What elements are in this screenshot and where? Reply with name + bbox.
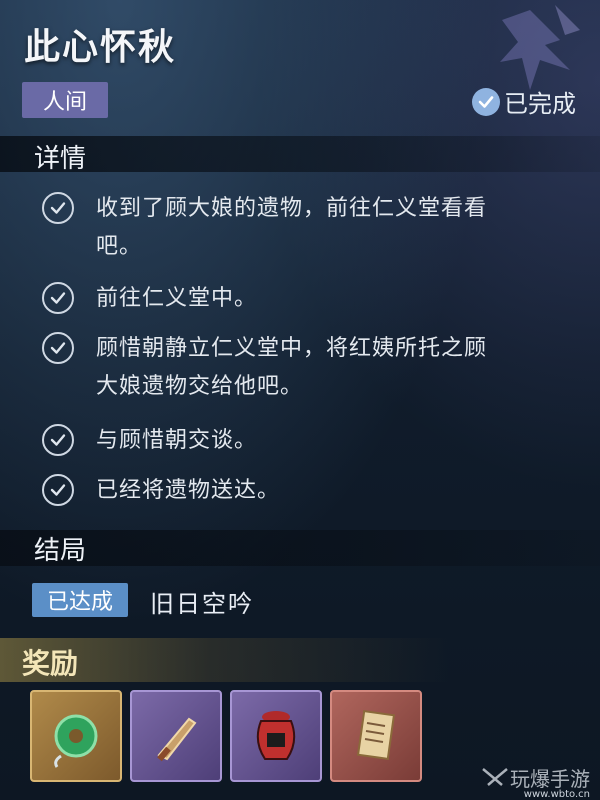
reward-item-slot[interactable] [30, 690, 122, 782]
quest-status-label: 已完成 [504, 90, 576, 118]
quest-step: 顾惜朝静立仁义堂中，将红姨所托之顾 大娘遗物交给他吧。 [42, 330, 582, 406]
watermark-url: www.wbto.cn [523, 789, 590, 800]
step-check-icon [42, 282, 74, 314]
rewards-heading: 奖励 [22, 647, 79, 680]
quest-title: 此心怀秋 [24, 27, 177, 68]
watermark-text: 玩爆手游 [510, 767, 590, 791]
details-section-bar [0, 136, 600, 172]
quest-step: 前往仁义堂中。 [42, 280, 582, 318]
quest-step: 收到了顾大娘的遗物，前往仁义堂看看 吧。 [42, 190, 582, 266]
step-check-icon [42, 332, 74, 364]
ending-name[interactable]: 旧日空吟 [150, 584, 254, 619]
details-heading: 详情 [34, 144, 87, 174]
dagger-icon [157, 717, 197, 762]
letter-scroll-icon [356, 709, 396, 761]
step-text-line1: 前往仁义堂中。 [96, 286, 258, 311]
rewards-section-bar [0, 638, 600, 682]
quest-status: 已完成 [472, 84, 576, 119]
red-jar-icon [256, 711, 296, 760]
step-text-line1: 与顾惜朝交谈。 [96, 428, 258, 453]
ending-achieved-badge: 已达成 [32, 583, 128, 617]
step-check-icon [42, 192, 74, 224]
ending-section-bar [0, 530, 600, 566]
quest-step: 与顾惜朝交谈。 [42, 422, 582, 460]
reward-item-slot[interactable] [330, 690, 422, 782]
step-check-icon [42, 474, 74, 506]
step-text-line2: 吧。 [96, 234, 143, 259]
step-text-line1: 顾惜朝静立仁义堂中，将红姨所托之顾 [96, 336, 488, 361]
site-watermark: 玩爆手游 [480, 763, 590, 792]
quest-category-tag: 人间 [22, 82, 108, 118]
completed-check-icon [472, 87, 500, 116]
step-text-line1: 已经将遗物送达。 [96, 478, 281, 503]
step-text-line2: 大娘遗物交给他吧。 [96, 374, 304, 399]
reward-item-slot[interactable] [130, 690, 222, 782]
ending-heading: 结局 [34, 536, 87, 566]
step-check-icon [42, 424, 74, 456]
jade-pendant-icon [54, 714, 98, 768]
watermark-logo-icon [482, 767, 508, 786]
step-text-line1: 收到了顾大娘的遗物，前往仁义堂看看 [96, 196, 488, 221]
reward-item-slot[interactable] [230, 690, 322, 782]
quest-step: 已经将遗物送达。 [42, 472, 582, 510]
